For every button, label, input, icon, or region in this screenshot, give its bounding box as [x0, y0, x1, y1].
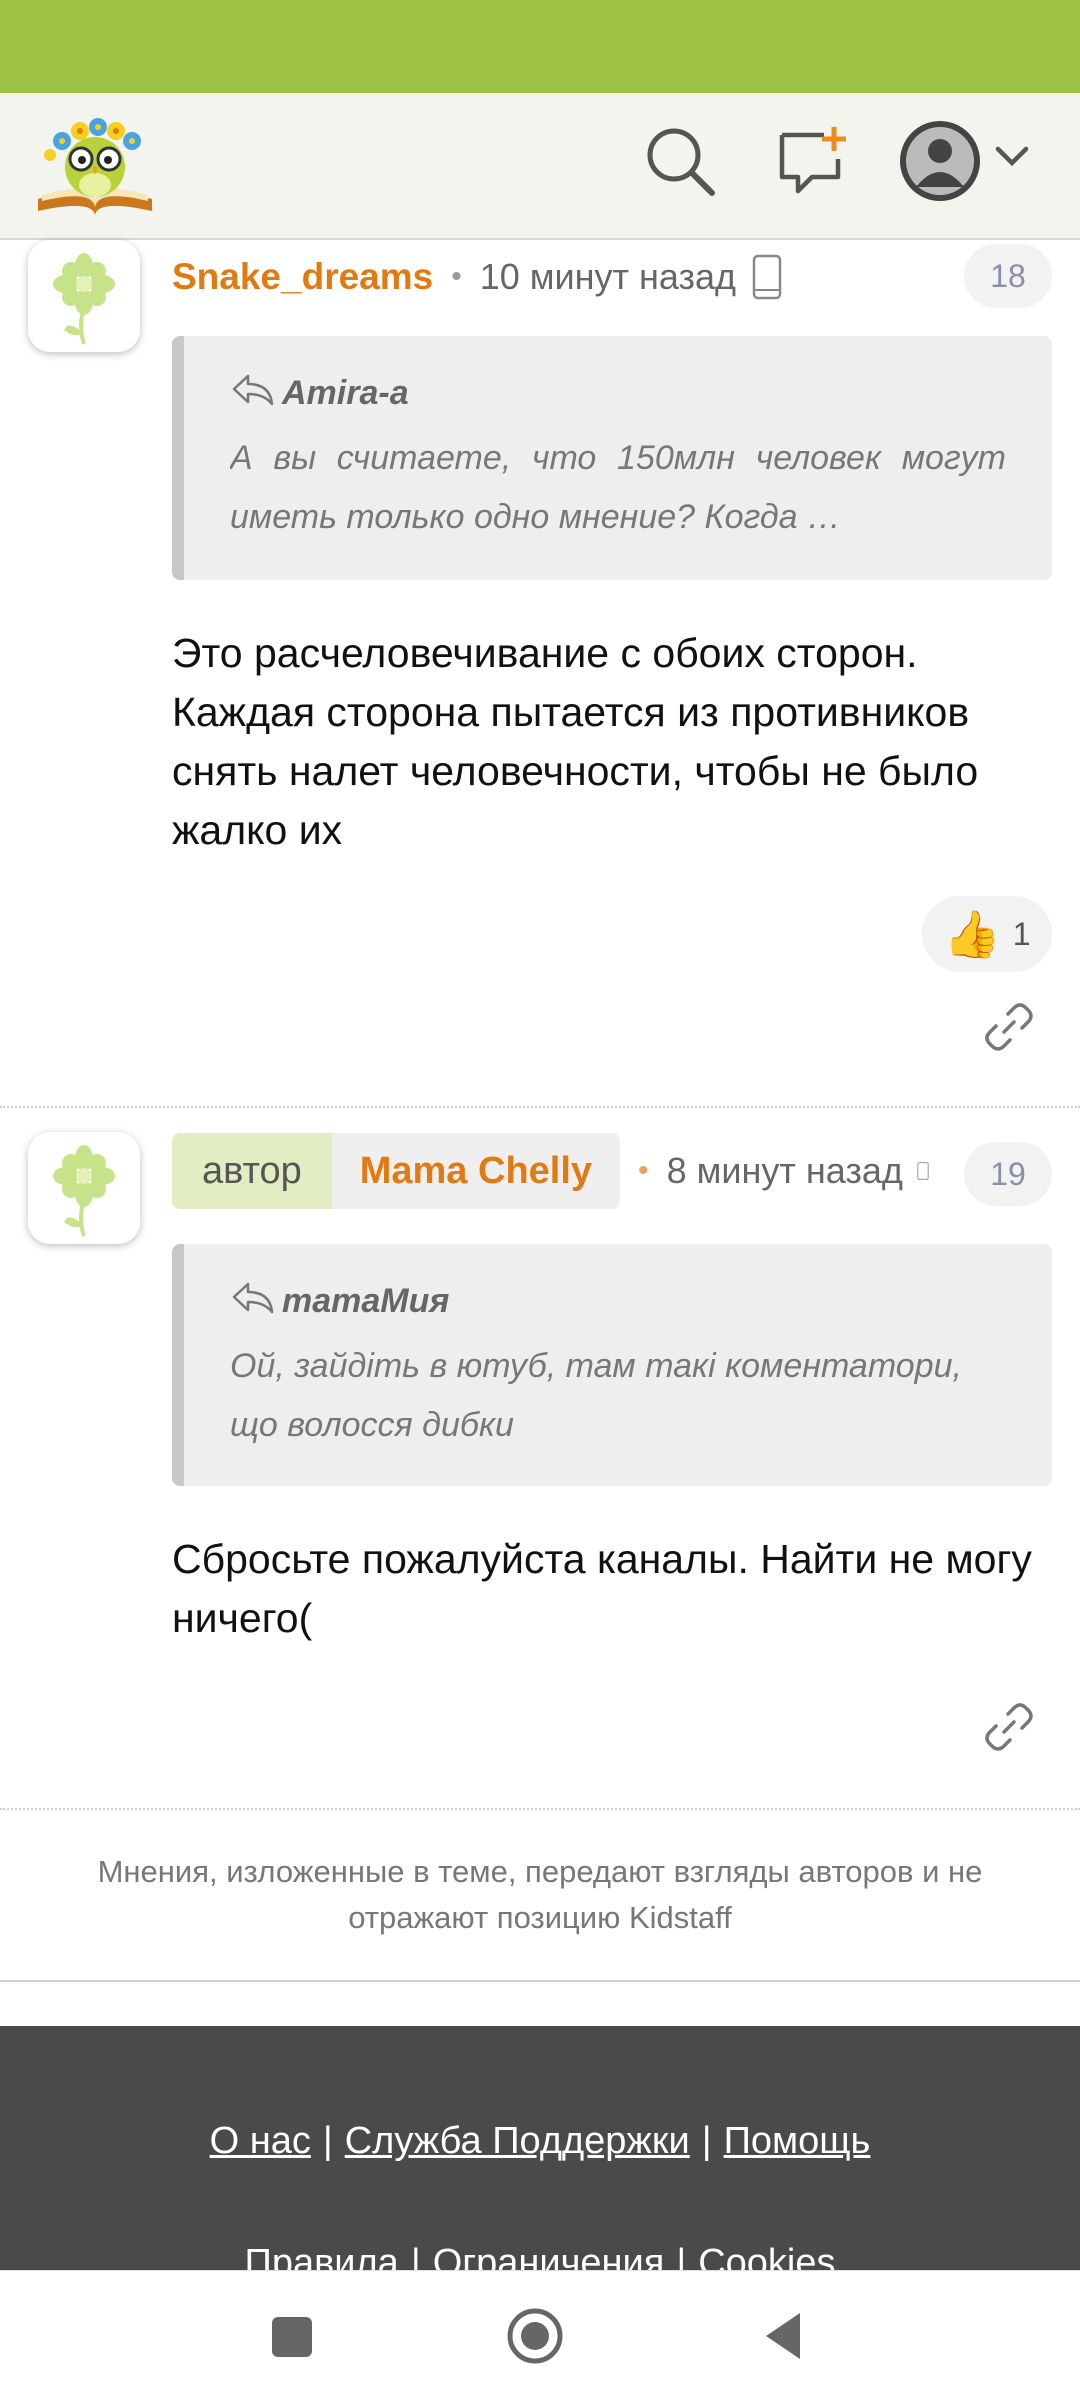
quote-block[interactable]: Amira-a А вы считаете, что 150млн челове… [172, 336, 1052, 580]
recents-square-icon[interactable] [260, 2305, 322, 2367]
back-triangle-icon[interactable] [752, 2305, 814, 2367]
footer-links-row-2: Правила | Ограничения | Cookies [0, 2242, 1080, 2270]
quote-header: mamaМия [230, 1280, 1006, 1323]
quote-block[interactable]: mamaМия Ой, зайдіть в ютуб, там такі ком… [172, 1244, 1052, 1486]
quote-author[interactable]: Amira-a [282, 374, 409, 413]
post-number[interactable]: 18 [964, 244, 1052, 308]
like-button[interactable]: 👍 1 [922, 896, 1052, 972]
post-number[interactable]: 19 [964, 1142, 1052, 1206]
user-avatar-icon[interactable] [898, 119, 982, 203]
system-nav-bar [0, 2270, 1080, 2400]
disclaimer: Мнения, изложенные в теме, передают взгл… [0, 1808, 1080, 1982]
meta-separator: • [638, 1154, 649, 1187]
footer-link-rules[interactable]: Правила [245, 2242, 399, 2270]
mobile-phone-icon [752, 254, 782, 300]
footer-links-row-1: О нас | Служба Поддержки | Помощь [0, 2120, 1080, 2163]
author-name[interactable]: Snake_dreams [172, 256, 433, 298]
site-logo[interactable] [32, 107, 158, 217]
new-message-plus-icon[interactable] [772, 121, 852, 201]
link-icon[interactable] [982, 1000, 1036, 1054]
post-divider [0, 1106, 1080, 1108]
post-meta: Snake_dreams • 10 минут назад [172, 242, 782, 312]
top-bar [0, 93, 1080, 240]
footer-link-restrictions[interactable]: Ограничения [433, 2242, 665, 2270]
footer-separator: | [322, 2120, 333, 2162]
post-meta: автор Mama Chelly • 8 минут назад [172, 1133, 929, 1209]
quote-text: А вы считаете, что 150млн человек могут … [230, 439, 1006, 536]
reply-arrow-icon [230, 372, 282, 415]
author-tag: автор Mama Chelly [172, 1133, 621, 1209]
post-time: 10 минут назад [479, 256, 737, 297]
post-time: 8 минут назад [666, 1150, 903, 1191]
thumbs-up-icon: 👍 [943, 907, 1001, 960]
status-bar [0, 0, 1080, 93]
reply-arrow-icon [230, 1280, 282, 1323]
footer-link-help[interactable]: Помощь [724, 2120, 871, 2162]
footer: О нас | Служба Поддержки | Помощь Правила | Ог… [0, 2026, 1080, 2270]
quote-text: Ой, зайдіть в ютуб, там такі коментатори… [230, 1347, 962, 1444]
search-icon[interactable] [640, 121, 720, 201]
chevron-down-icon[interactable] [992, 137, 1032, 177]
footer-separator: | [410, 2242, 421, 2270]
author-tag-label: автор [172, 1133, 332, 1209]
footer-link-about[interactable]: О нас [210, 2120, 311, 2162]
footer-link-support[interactable]: Служба Поддержки [345, 2120, 690, 2162]
quote-header: Amira-a [230, 372, 1006, 415]
link-icon[interactable] [982, 1700, 1036, 1754]
meta-separator: • [451, 260, 462, 293]
post-body: Сбросьте пожалуйста каналы. Найти не мог… [172, 1536, 1032, 1641]
footer-separator: | [676, 2242, 687, 2270]
like-count: 1 [1012, 915, 1031, 952]
post-body: Это расчеловечивание с обоих сторон. Каж… [172, 630, 979, 853]
mobile-phone-icon [917, 1148, 929, 1194]
quote-author[interactable]: mamaМия [282, 1282, 449, 1321]
footer-separator: | [701, 2120, 712, 2162]
avatar[interactable] [28, 240, 140, 352]
footer-link-cookies[interactable]: Cookies [698, 2242, 835, 2270]
home-circle-icon[interactable] [504, 2305, 566, 2367]
author-name[interactable]: Mama Chelly [331, 1133, 621, 1209]
avatar[interactable] [28, 1132, 140, 1244]
